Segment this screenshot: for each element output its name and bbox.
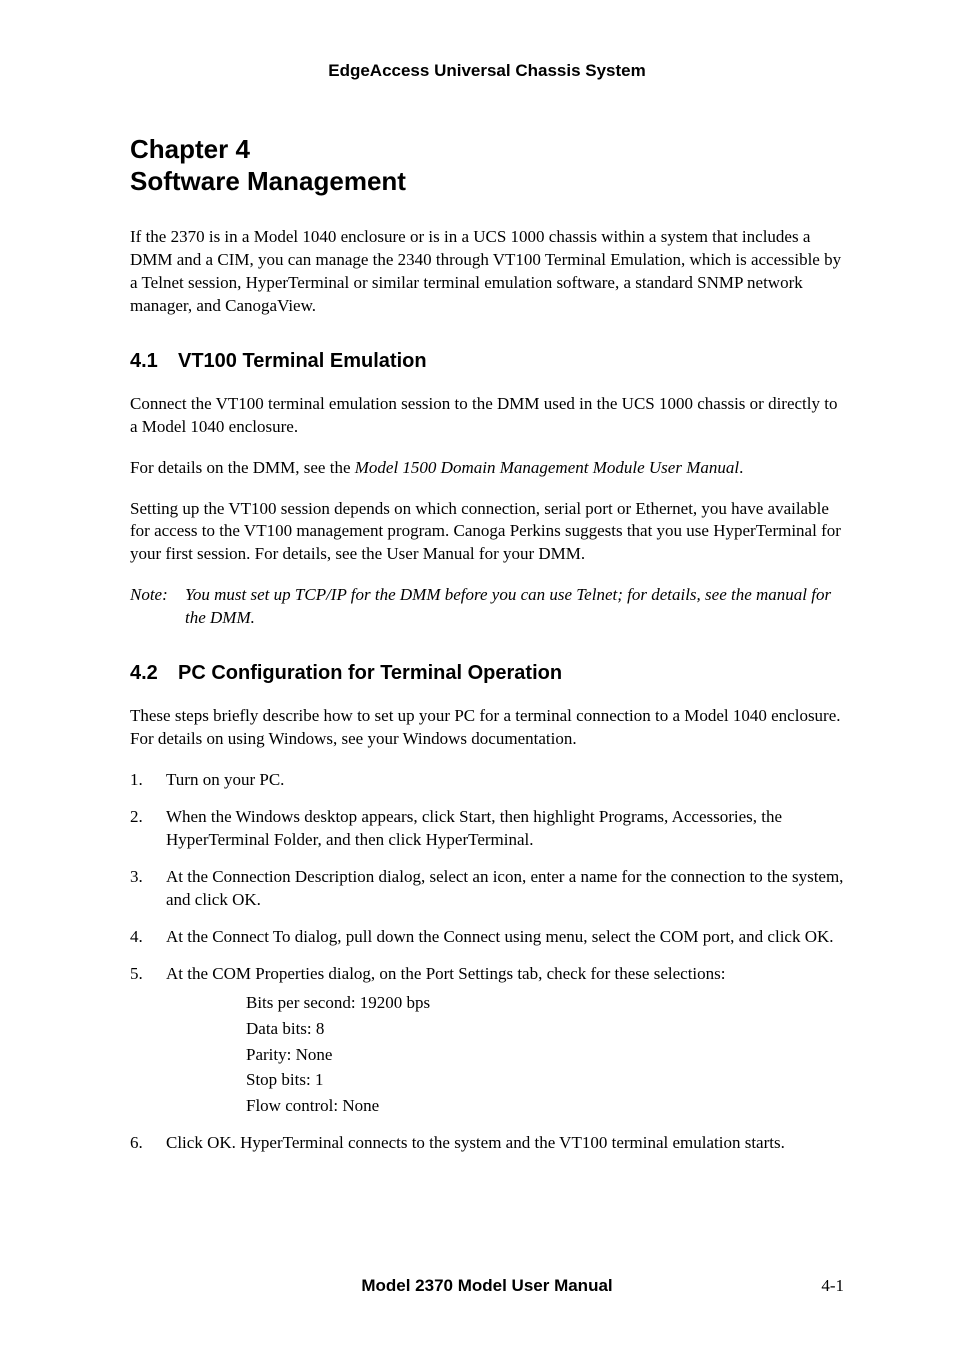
section-title: PC Configuration for Terminal Operation <box>178 662 562 684</box>
manual-reference: Model 1500 Domain Management Module User… <box>355 458 739 477</box>
setting-line: Bits per second: 19200 bps <box>246 992 844 1015</box>
body-paragraph: Setting up the VT100 session depends on … <box>130 498 844 567</box>
section-title: VT100 Terminal Emulation <box>178 350 427 372</box>
setting-line: Data bits: 8 <box>246 1018 844 1041</box>
list-item: At the Connect To dialog, pull down the … <box>130 926 844 949</box>
setting-line: Parity: None <box>246 1044 844 1067</box>
setting-line: Flow control: None <box>246 1095 844 1118</box>
section-4-1-heading: 4.1VT100 Terminal Emulation <box>130 348 844 375</box>
page-footer: Model 2370 Model User Manual 4-1 <box>130 1275 844 1298</box>
list-item: At the Connection Description dialog, se… <box>130 866 844 912</box>
list-item: Turn on your PC. <box>130 769 844 792</box>
port-settings-block: Bits per second: 19200 bps Data bits: 8 … <box>246 992 844 1119</box>
list-item: When the Windows desktop appears, click … <box>130 806 844 852</box>
chapter-number: Chapter 4 <box>130 134 250 164</box>
document-header: EdgeAccess Universal Chassis System <box>130 60 844 83</box>
steps-list: Turn on your PC. When the Windows deskto… <box>130 769 844 1155</box>
chapter-name: Software Management <box>130 166 406 196</box>
list-item: Click OK. HyperTerminal connects to the … <box>130 1132 844 1155</box>
intro-paragraph: If the 2370 is in a Model 1040 enclosure… <box>130 226 844 318</box>
chapter-title: Chapter 4 Software Management <box>130 133 844 198</box>
body-paragraph: These steps briefly describe how to set … <box>130 705 844 751</box>
note-body: You must set up TCP/IP for the DMM befor… <box>185 584 844 630</box>
page-number: 4-1 <box>784 1275 844 1298</box>
footer-title: Model 2370 Model User Manual <box>190 1275 784 1298</box>
setting-line: Stop bits: 1 <box>246 1069 844 1092</box>
section-4-2-heading: 4.2PC Configuration for Terminal Operati… <box>130 660 844 687</box>
list-item: At the COM Properties dialog, on the Por… <box>130 963 844 1119</box>
note-block: Note: You must set up TCP/IP for the DMM… <box>130 584 844 630</box>
section-number: 4.1 <box>130 348 178 375</box>
body-paragraph: Connect the VT100 terminal emulation ses… <box>130 393 844 439</box>
body-paragraph: For details on the DMM, see the Model 15… <box>130 457 844 480</box>
section-number: 4.2 <box>130 660 178 687</box>
note-label: Note: <box>130 584 185 630</box>
